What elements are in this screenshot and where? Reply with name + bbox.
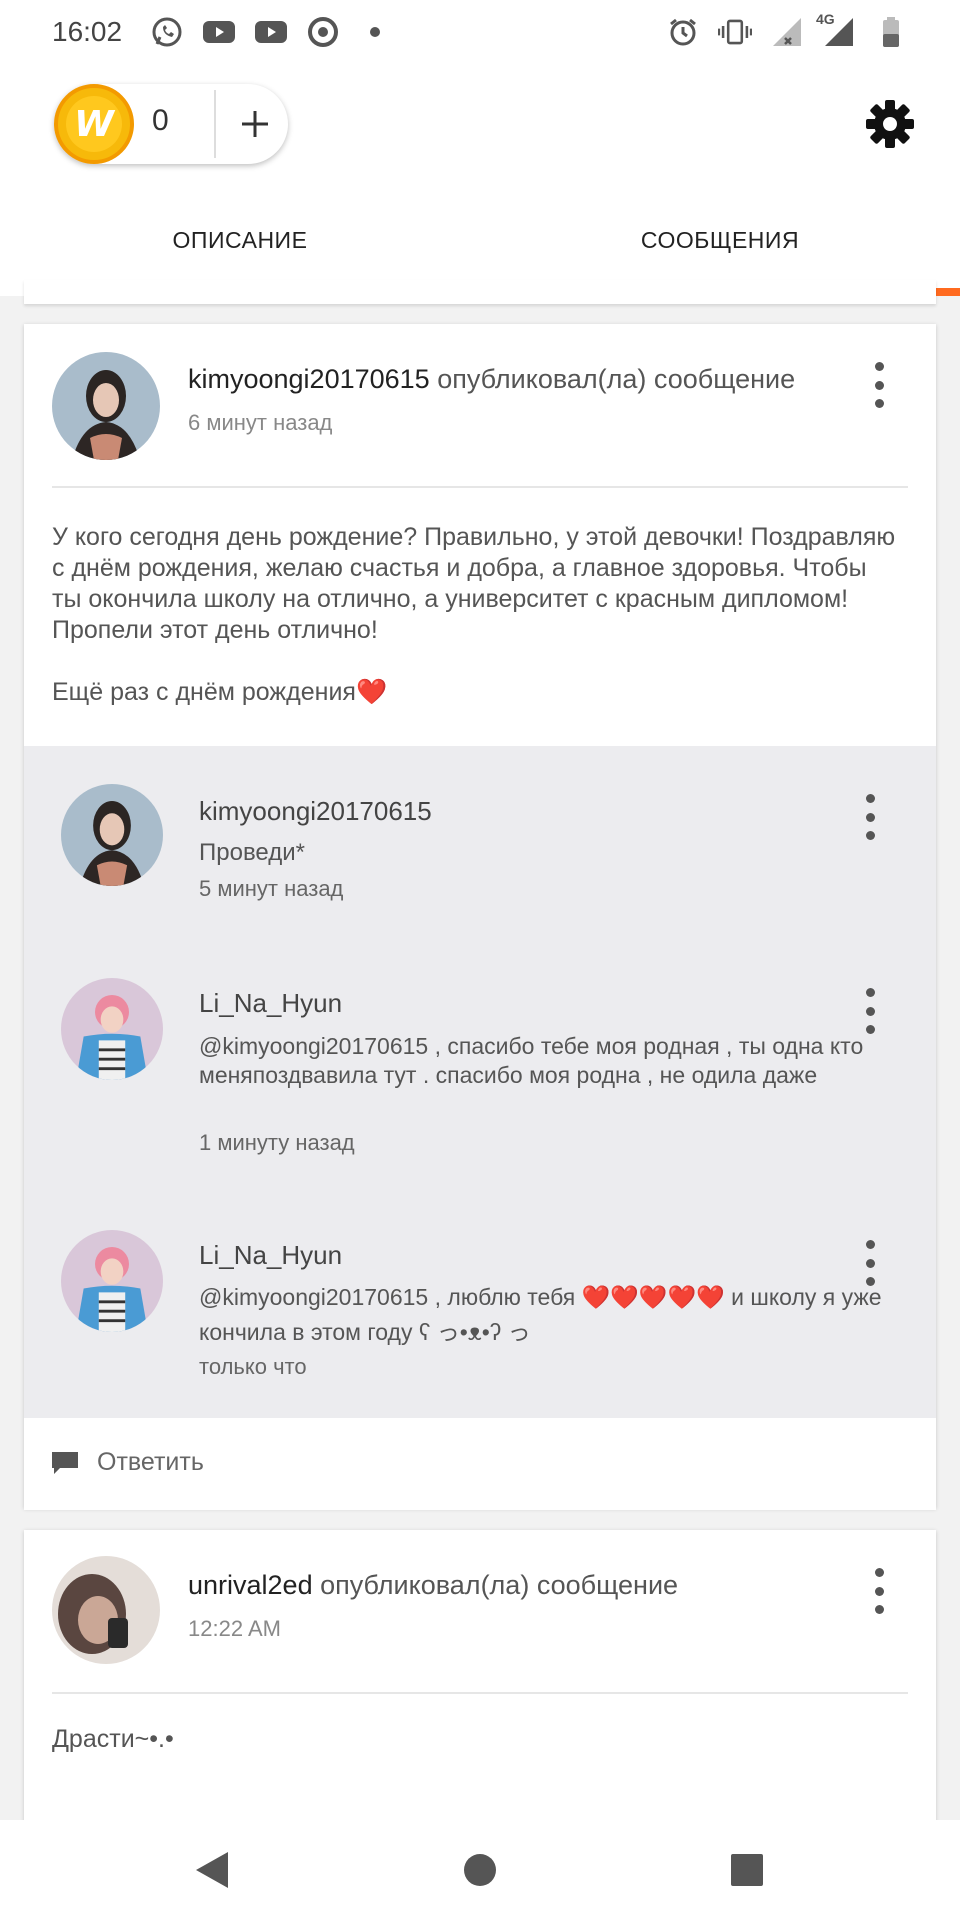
post-title: kimyoongi20170615 опубликовал(ла) сообще… (188, 364, 795, 395)
signal-4g-icon: 4G (816, 11, 856, 49)
settings-button[interactable] (860, 94, 920, 154)
comment-timestamp: только что (199, 1354, 307, 1379)
chrome-icon (306, 15, 340, 49)
comment-item: Li_Na_Hyun @kimyoongi20170615 , люблю те… (24, 1188, 936, 1418)
comment-text: Проведи* (199, 839, 305, 866)
post-header: unrival2ed опубликовал(ла) сообщение 12:… (24, 1530, 936, 1694)
post-timestamp: 6 минут назад (188, 410, 333, 435)
reply-button[interactable]: Ответить (24, 1418, 936, 1510)
plus-icon (242, 111, 268, 137)
comment-bubble-icon (52, 1452, 78, 1474)
user-avatar[interactable] (52, 1556, 160, 1664)
post-divider (52, 486, 908, 488)
status-bar: 16:02 4G (0, 0, 960, 64)
system-nav-bar (0, 1820, 960, 1920)
post-more-menu[interactable] (869, 1568, 889, 1614)
coin-divider (214, 90, 216, 158)
home-icon (464, 1854, 496, 1886)
comment-avatar[interactable] (61, 784, 163, 886)
network-type-label: 4G (816, 11, 835, 27)
post-more-menu[interactable] (869, 362, 889, 408)
comment-username[interactable]: Li_Na_Hyun (199, 988, 342, 1019)
post-username[interactable]: kimyoongi20170615 (188, 364, 430, 394)
status-time: 16:02 (52, 16, 123, 47)
wattpad-coin-icon: W (54, 84, 134, 164)
user-avatar[interactable] (52, 352, 160, 460)
dot-icon (358, 15, 392, 49)
post-body: Драсти~•.• (52, 1725, 174, 1753)
battery-icon (874, 15, 908, 49)
comment-item: kimyoongi20170615 Проведи* 5 минут назад (24, 746, 936, 936)
comment-avatar[interactable] (61, 978, 163, 1080)
post-username[interactable]: unrival2ed (188, 1570, 313, 1600)
post-timestamp: 12:22 AM (188, 1616, 281, 1641)
reply-label: Ответить (97, 1448, 204, 1476)
previous-post-card-edge (24, 280, 936, 304)
youtube-icon (202, 15, 236, 49)
comment-username[interactable]: Li_Na_Hyun (199, 1240, 342, 1271)
comment-avatar[interactable] (61, 1230, 163, 1332)
post-body: У кого сегодня день рождение? Правильно,… (52, 523, 896, 706)
signal-icon (770, 15, 804, 49)
alarm-icon (666, 15, 700, 49)
top-bar: W 0 (0, 64, 960, 184)
back-button[interactable] (192, 1850, 232, 1890)
post-action: опубликовал(ла) сообщение (312, 1570, 679, 1600)
comment-more-menu[interactable] (860, 794, 880, 840)
comment-text: @kimyoongi20170615 , люблю тебя ❤️❤️❤️❤️… (199, 1284, 882, 1345)
notification-icons (150, 15, 392, 49)
vibrate-icon (718, 15, 752, 49)
comment-timestamp: 1 минуту назад (199, 1130, 355, 1155)
comments-section: kimyoongi20170615 Проведи* 5 минут назад… (24, 746, 936, 1418)
comment-more-menu[interactable] (860, 1240, 880, 1286)
youtube-icon (254, 15, 288, 49)
back-icon (196, 1852, 228, 1888)
post-card: kimyoongi20170615 опубликовал(ла) сообще… (24, 324, 936, 1510)
comment-text: @kimyoongi20170615 , спасибо тебе моя ро… (199, 1033, 864, 1088)
coin-count: 0 (152, 104, 169, 137)
recents-icon (731, 1854, 763, 1886)
comment-username[interactable]: kimyoongi20170615 (199, 796, 432, 827)
add-coins-button[interactable] (222, 84, 288, 164)
post-header: kimyoongi20170615 опубликовал(ла) сообще… (24, 324, 936, 488)
post-title: unrival2ed опубликовал(ла) сообщение (188, 1570, 678, 1601)
post-action: опубликовал(ла) сообщение (429, 364, 796, 394)
recents-button[interactable] (727, 1850, 767, 1890)
comment-more-menu[interactable] (860, 988, 880, 1034)
coins-widget[interactable]: W 0 (54, 84, 288, 164)
post-divider (52, 1692, 908, 1694)
comment-item: Li_Na_Hyun @kimyoongi20170615 , спасибо … (24, 936, 936, 1188)
comment-timestamp: 5 минут назад (199, 876, 344, 901)
app-screen: 16:02 4G W 0 ОПИСАНИЕ СООБЩЕНИЯ kimyoong… (0, 0, 960, 1920)
coin-glyph: W (66, 96, 122, 152)
home-button[interactable] (460, 1850, 500, 1890)
post-card: unrival2ed опубликовал(ла) сообщение 12:… (24, 1530, 936, 1830)
gear-icon (866, 100, 914, 148)
whatsapp-icon (150, 15, 184, 49)
system-icons: 4G (666, 11, 908, 49)
